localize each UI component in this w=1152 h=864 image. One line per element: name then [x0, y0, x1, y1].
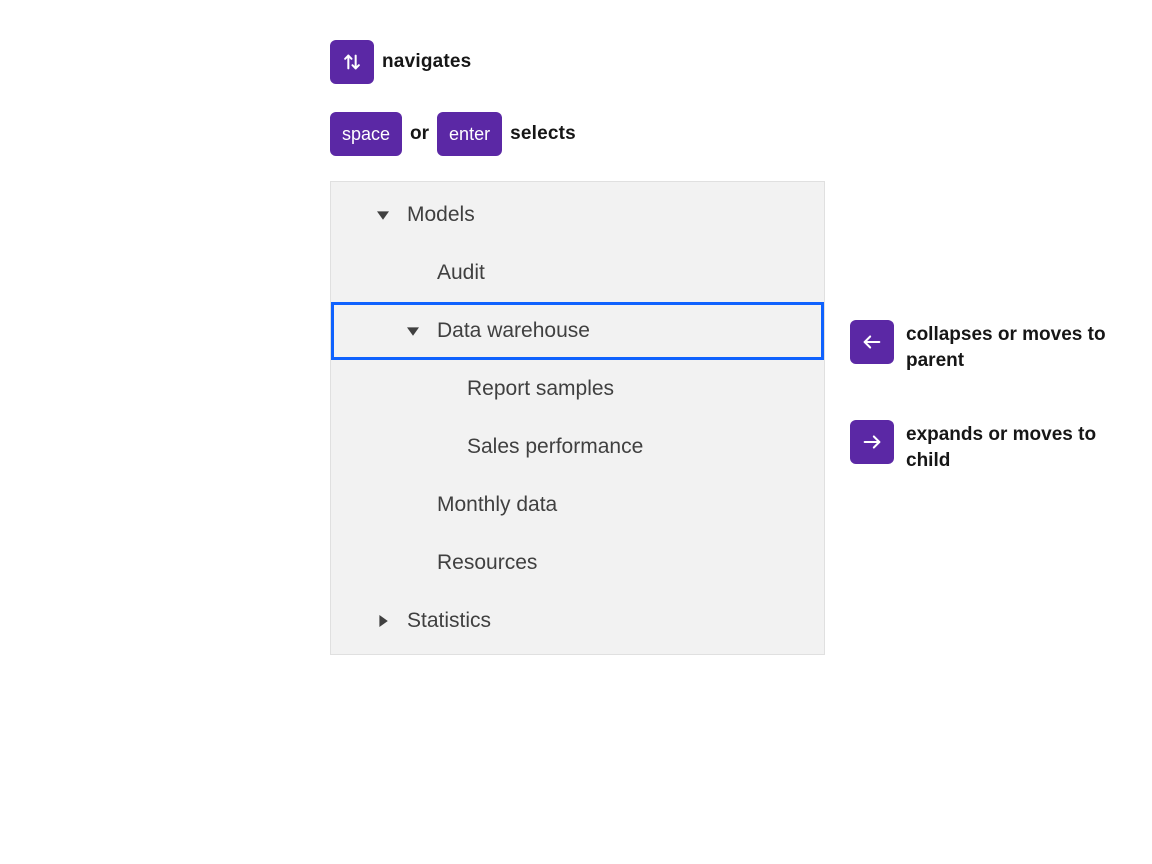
caret-right-icon[interactable]: [375, 613, 391, 629]
tree-item-label: Models: [407, 203, 475, 227]
updown-arrows-icon: [330, 40, 374, 84]
hint-collapse: collapses or moves to parent: [850, 320, 1130, 373]
caret-down-icon[interactable]: [405, 323, 421, 339]
hint-navigate: navigates: [330, 40, 471, 84]
hint-select-or: or: [410, 123, 429, 145]
tree-item-report-samples[interactable]: Report samples: [331, 360, 824, 418]
hint-navigate-label: navigates: [382, 51, 471, 73]
tree-item-label: Monthly data: [437, 493, 557, 517]
caret-down-icon[interactable]: [375, 207, 391, 223]
tree-item-label: Audit: [437, 261, 485, 285]
tree-item-resources[interactable]: Resources: [331, 534, 824, 592]
arrow-left-icon: [850, 320, 894, 364]
hint-expand-label: expands or moves to child: [906, 420, 1106, 473]
tree-item-statistics[interactable]: Statistics: [331, 592, 824, 650]
enter-key-badge: enter: [437, 112, 502, 156]
tree-item-data-warehouse[interactable]: Data warehouse: [331, 302, 824, 360]
tree-item-label: Sales performance: [467, 435, 643, 459]
hint-select: space or enter selects: [330, 112, 576, 156]
space-key-badge: space: [330, 112, 402, 156]
hint-select-label: selects: [510, 123, 576, 145]
hint-collapse-label: collapses or moves to parent: [906, 320, 1106, 373]
tree-item-label: Resources: [437, 551, 537, 575]
tree-item-label: Statistics: [407, 609, 491, 633]
tree-item-monthly-data[interactable]: Monthly data: [331, 476, 824, 534]
tree-item-models[interactable]: Models: [331, 186, 824, 244]
arrow-right-icon: [850, 420, 894, 464]
tree-item-label: Data warehouse: [437, 319, 590, 343]
tree-item-sales-performance[interactable]: Sales performance: [331, 418, 824, 476]
hint-expand: expands or moves to child: [850, 420, 1130, 473]
tree-item-label: Report samples: [467, 377, 614, 401]
tree-item-audit[interactable]: Audit: [331, 244, 824, 302]
tree-view[interactable]: Models Audit Data warehouse Report sampl…: [330, 181, 825, 655]
